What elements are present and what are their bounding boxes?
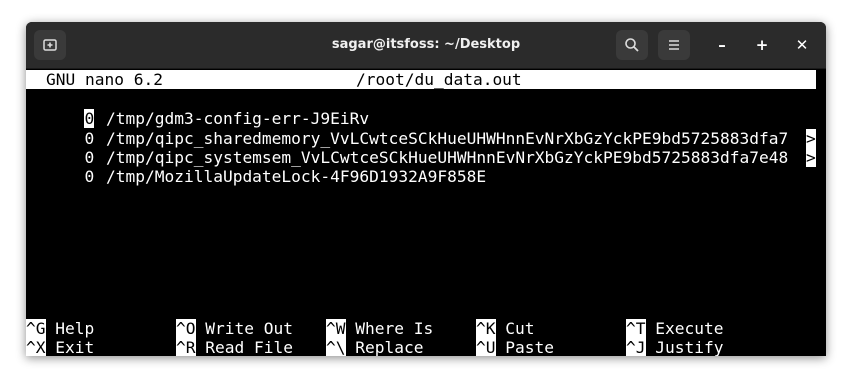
shortcut-where-is[interactable]: ^W Where Is <box>326 319 433 338</box>
shortcut-label: Where Is <box>355 319 434 338</box>
line-path: /tmp/MozillaUpdateLock-4F96D1932A9F858E <box>106 167 487 187</box>
close-button[interactable]: ✕ <box>789 32 815 58</box>
line-size: 0 <box>84 167 95 187</box>
minimize-button[interactable]: – <box>709 32 735 58</box>
search-button[interactable] <box>616 30 648 60</box>
shortcut-label: Execute <box>655 319 724 338</box>
shortcut-key: ^O <box>176 319 196 338</box>
shortcut-label: Paste <box>505 338 554 356</box>
shortcut-key: ^X <box>26 338 46 356</box>
nano-header: GNU nano 6.2 /root/du_data.out <box>26 70 816 89</box>
terminal-window: sagar@itsfoss: ~/Desktop – + ✕ GNU nano <box>26 22 826 356</box>
close-icon: ✕ <box>795 36 809 54</box>
shortcut-justify[interactable]: ^J Justify <box>626 338 723 356</box>
file-line-3[interactable]: 0/tmp/qipc_systemsem_VvLCwtceSCkHueUHWHn… <box>26 129 818 168</box>
shortcut-key: ^U <box>476 338 496 356</box>
search-icon <box>625 38 639 52</box>
shortcut-key: ^G <box>26 319 46 338</box>
shortcut-cut[interactable]: ^K Cut <box>476 319 535 338</box>
shortcut-key: ^R <box>176 338 196 356</box>
shortcut-key: ^K <box>476 319 496 338</box>
maximize-icon: + <box>755 36 769 54</box>
shortcut-write-out[interactable]: ^O Write Out <box>176 319 293 338</box>
file-line-2[interactable]: 0/tmp/qipc_sharedmemory_VvLCwtceSCkHueUH… <box>26 109 818 148</box>
shortcut-help[interactable]: ^G Help <box>26 319 94 338</box>
shortcut-label: Exit <box>55 338 95 356</box>
shortcut-label: Read File <box>205 338 293 356</box>
nano-filename: /root/du_data.out <box>356 70 522 89</box>
shortcut-label: Cut <box>505 319 535 338</box>
shortcut-label: Replace <box>355 338 424 356</box>
hamburger-menu-icon <box>669 40 679 50</box>
shortcut-key: ^W <box>326 319 346 338</box>
shortcut-exit[interactable]: ^X Exit <box>26 338 94 356</box>
file-line-4[interactable]: 0/tmp/MozillaUpdateLock-4F96D1932A9F858E <box>26 148 486 186</box>
file-line-1[interactable]: 0/tmp/gdm3-config-err-J9EiRv <box>26 90 369 129</box>
nano-version: GNU nano 6.2 <box>46 70 163 89</box>
shortcut-paste[interactable]: ^U Paste <box>476 338 554 356</box>
maximize-button[interactable]: + <box>749 32 775 58</box>
title-bar: sagar@itsfoss: ~/Desktop – + ✕ <box>26 22 826 69</box>
shortcut-label: Justify <box>655 338 724 356</box>
window-title: sagar@itsfoss: ~/Desktop <box>331 37 521 52</box>
minimize-icon: – <box>718 36 726 54</box>
line-path: /tmp/qipc_systemsem_VvLCwtceSCkHueUHWHnn… <box>106 147 789 167</box>
shortcut-replace[interactable]: ^\ Replace <box>326 338 423 356</box>
shortcut-execute[interactable]: ^T Execute <box>626 319 723 338</box>
shortcut-key: ^\ <box>326 338 346 356</box>
shortcut-bar: ^G Help ^O Write Out ^W Where Is ^K Cut … <box>26 319 826 356</box>
shortcut-key: ^J <box>626 338 646 356</box>
shortcut-read-file[interactable]: ^R Read File <box>176 338 293 356</box>
shortcut-label: Write Out <box>205 319 293 338</box>
overflow-marker: > <box>806 147 816 168</box>
shortcut-key: ^T <box>626 319 646 338</box>
menu-button[interactable] <box>658 30 690 60</box>
terminal-area[interactable]: GNU nano 6.2 /root/du_data.out 0/tmp/gdm… <box>26 69 826 356</box>
shortcut-label: Help <box>55 319 95 338</box>
